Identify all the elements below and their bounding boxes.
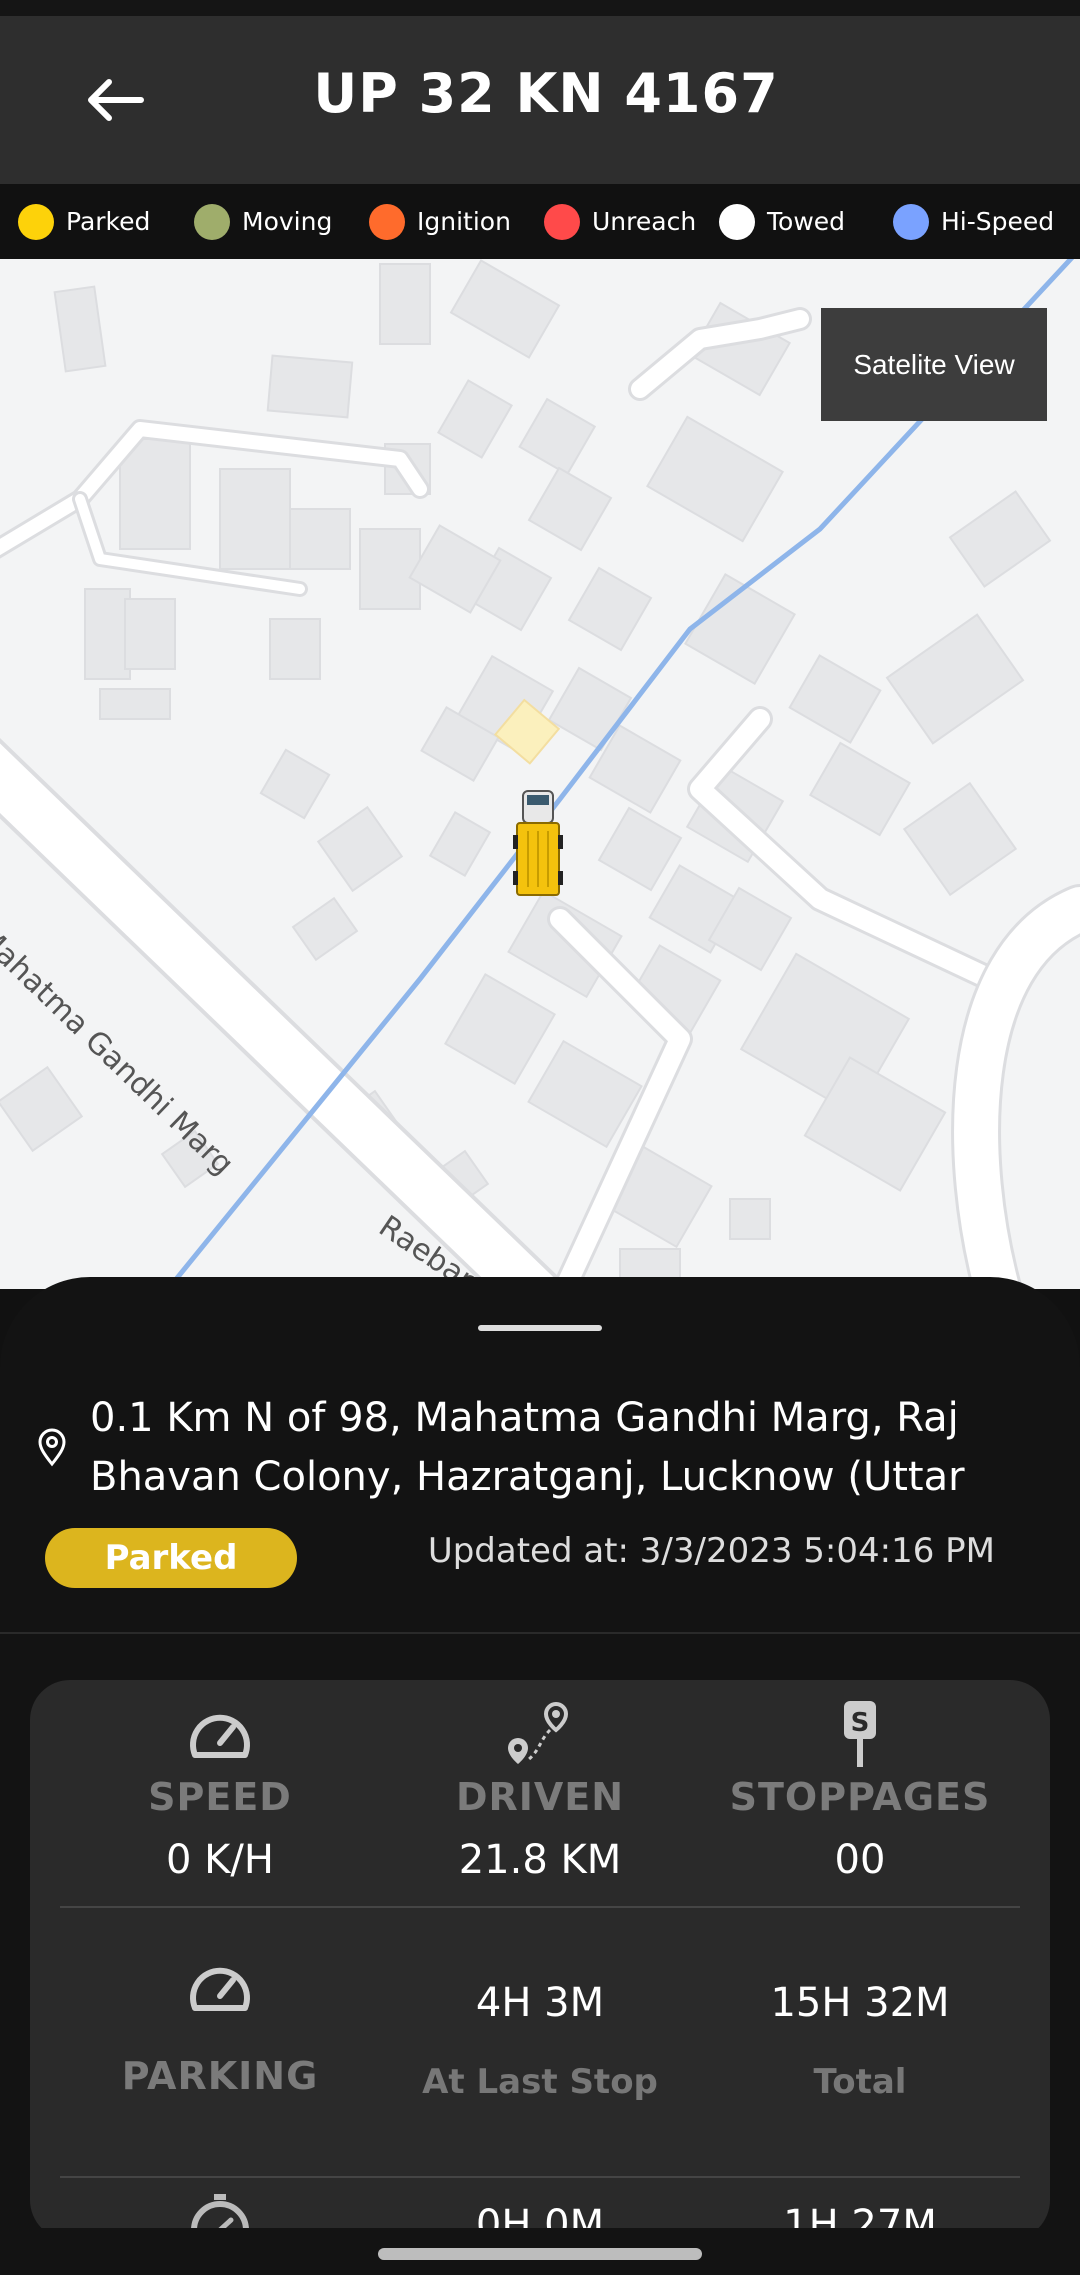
legend-label-parked: Parked: [66, 207, 151, 236]
legend-item-parked: Parked: [18, 184, 150, 259]
stoppages-value: 00: [834, 1837, 886, 1883]
legend-item-ignition: Ignition: [369, 184, 511, 259]
driven-label: DRIVEN: [455, 1775, 625, 1819]
legend-item-hi-speed: Hi-Speed: [893, 184, 1054, 259]
speedometer-icon: [190, 1714, 250, 1758]
status-bar: [0, 0, 1080, 16]
speedometer-icon: [190, 1967, 250, 2011]
vehicle-details-sheet: 0.1 Km N of 98, Mahatma Gandhi Marg, Raj…: [0, 1277, 1080, 2275]
status-badge: Parked: [45, 1528, 297, 1588]
legend-item-moving: Moving: [194, 184, 332, 259]
stats-row-divider: [60, 2176, 1020, 2178]
status-legend: Parked Moving Ignition Unreach Towed Hi-…: [0, 184, 1080, 259]
parking-label: PARKING: [121, 2054, 319, 2098]
home-gesture-pill[interactable]: [378, 2248, 702, 2260]
stats-row-divider: [60, 1906, 1020, 1908]
stoppages-label: STOPPAGES: [729, 1775, 991, 1819]
stop-sign-icon: S: [844, 1701, 876, 1767]
parking-total: 15H 32M Total: [690, 1980, 1030, 2102]
app-header: UP 32 KN 4167: [0, 16, 1080, 184]
speed-value: 0 K/H: [166, 1837, 274, 1883]
satellite-view-button[interactable]: Satelite View: [821, 308, 1047, 421]
speed-label: SPEED: [148, 1775, 292, 1819]
legend-label-ignition: Ignition: [417, 207, 511, 236]
route-icon: [508, 1701, 569, 1764]
legend-dot-moving: [194, 203, 230, 240]
svg-text:S: S: [851, 1708, 870, 1738]
legend-item-unreach: Unreach: [544, 184, 696, 259]
stats-card: SPEED 0 K/H DRIVEN 21.8 KM S STOPPAGES 0…: [30, 1680, 1050, 2240]
map-view[interactable]: Mahatma Gandhi Marg Raebar Satelite View: [0, 259, 1080, 1289]
legend-dot-unreach: [544, 203, 580, 240]
legend-label-hi-speed: Hi-Speed: [941, 207, 1055, 236]
parking-last-stop-value: 4H 3M: [475, 1980, 605, 2026]
stoppages-stat: S STOPPAGES 00: [690, 1695, 1030, 1883]
legend-label-unreach: Unreach: [592, 207, 697, 236]
legend-dot-towed: [719, 203, 755, 240]
parking-total-label: Total: [813, 2062, 907, 2102]
updated-timestamp: Updated at: 3/3/2023 5:04:16 PM: [427, 1531, 995, 1571]
legend-dot-ignition: [369, 203, 405, 240]
legend-label-towed: Towed: [767, 207, 846, 236]
legend-dot-hi-speed: [893, 203, 929, 240]
parking-last-stop: 4H 3M At Last Stop: [370, 1980, 710, 2102]
section-divider: [0, 1632, 1080, 1634]
parking-total-value: 15H 32M: [770, 1980, 950, 2026]
legend-dot-parked: [18, 203, 54, 240]
sheet-drag-handle[interactable]: [478, 1325, 602, 1331]
system-navigation-bar: [0, 2228, 1080, 2275]
driven-value: 21.8 KM: [458, 1837, 622, 1883]
location-pin-icon: [38, 1428, 66, 1467]
vehicle-address: 0.1 Km N of 98, Mahatma Gandhi Marg, Raj…: [90, 1395, 965, 1500]
speed-stat: SPEED 0 K/H: [50, 1695, 390, 1883]
parking-last-stop-label: At Last Stop: [422, 2062, 658, 2102]
driven-stat: DRIVEN 21.8 KM: [370, 1695, 710, 1883]
legend-label-moving: Moving: [242, 207, 333, 236]
legend-item-towed: Towed: [719, 184, 845, 259]
page-title: UP 32 KN 4167: [313, 62, 779, 125]
parking-stat: PARKING: [50, 1948, 390, 2098]
